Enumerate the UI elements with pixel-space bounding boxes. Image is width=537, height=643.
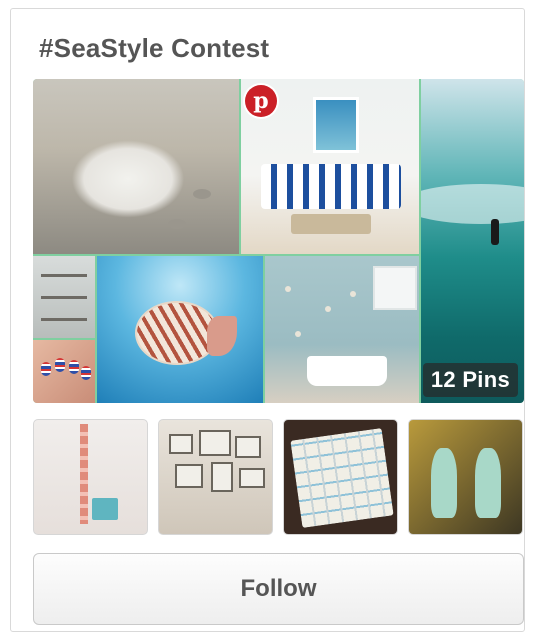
pin-thumbnail-tiles[interactable] [283, 419, 398, 535]
pin-image-bathroom[interactable] [265, 256, 419, 403]
pin-image-nail-art[interactable] [33, 340, 95, 403]
pin-thumbnail-oar[interactable] [33, 419, 148, 535]
board-title[interactable]: #SeaStyle Contest [39, 33, 269, 64]
pin-image-nautilus[interactable] [97, 256, 263, 403]
board-widget: #SeaStyle Contest p 12 Pins Follow [10, 8, 525, 632]
pin-count-badge: 12 Pins [422, 363, 518, 397]
pin-image-sand-dollar[interactable] [33, 79, 239, 254]
pin-image-wave-surfer[interactable] [421, 79, 524, 403]
board-cover-mosaic[interactable]: p 12 Pins [33, 79, 524, 403]
pinterest-icon: p [245, 85, 277, 117]
pin-thumbnails [33, 419, 524, 535]
follow-button[interactable]: Follow [33, 553, 524, 625]
pin-thumbnail-gallery-wall[interactable] [158, 419, 273, 535]
pin-image-shelves[interactable] [33, 256, 95, 338]
pin-thumbnail-seahorses[interactable] [408, 419, 523, 535]
